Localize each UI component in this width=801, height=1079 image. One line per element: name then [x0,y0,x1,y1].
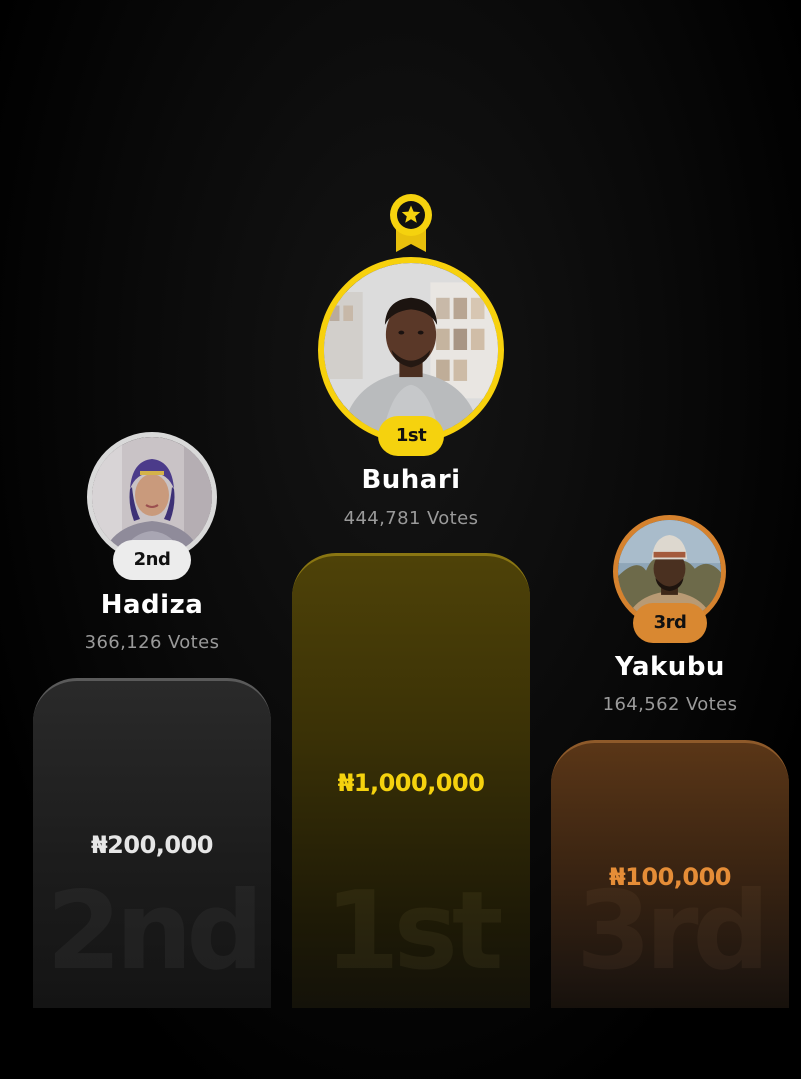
podium-second-place: ₦200,000 2nd [33,678,271,1008]
prize-second-place: ₦200,000 [90,831,214,859]
votes-third-place: 164,562 Votes [602,694,738,715]
prize-first-place: ₦1,000,000 [337,769,485,797]
name-first-place: Buhari [361,465,461,495]
votes-first-place: 444,781 Votes [343,508,479,529]
podium-rank-watermark-second: 2nd [33,869,271,994]
podium-rank-watermark-first: 1st [324,869,503,994]
rank-badge-second: 2nd [113,540,191,580]
rank-badge-first: 1st [378,416,444,456]
name-third-place: Yakubu [615,652,725,682]
star-medal-icon [388,192,434,256]
name-second-place: Hadiza [100,590,204,620]
prize-third-place: ₦100,000 [608,863,732,891]
podium-first-place: ₦1,000,000 1st [292,553,530,1008]
leaderboard-podium: 2nd Hadiza 366,126 Votes 1st Buhari 444,… [0,0,801,1079]
rank-badge-third: 3rd [633,603,707,643]
podium-third-place: ₦100,000 3rd [551,740,789,1008]
votes-second-place: 366,126 Votes [84,632,220,653]
